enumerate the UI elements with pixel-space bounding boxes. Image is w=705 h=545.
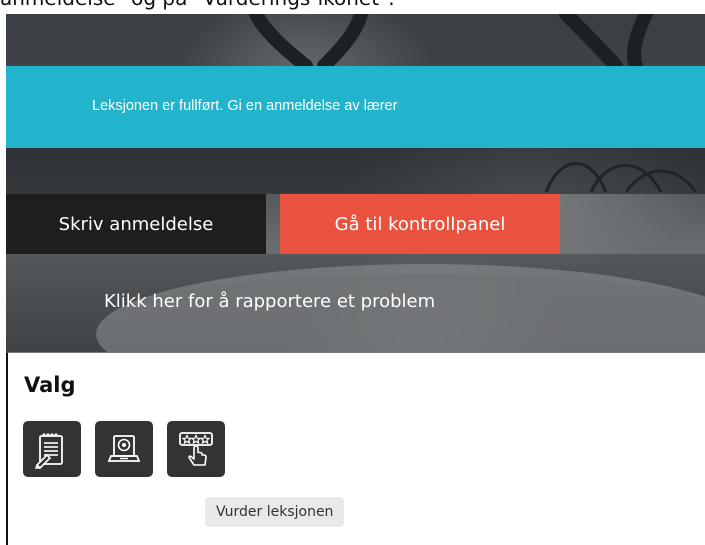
rate-lesson-option-button[interactable]: [167, 421, 225, 477]
laptop-settings-icon: [107, 435, 141, 462]
report-problem-link[interactable]: Klikk her for å rapportere et problem: [104, 291, 435, 312]
lesson-complete-hero: Leksjonen er fullført. Gi en anmeldelse …: [6, 14, 705, 352]
go-to-dashboard-button[interactable]: Gå til kontrollpanel: [280, 194, 560, 254]
options-title: Valg: [24, 373, 76, 397]
options-panel: Valg Vurder leksjonen: [6, 352, 705, 545]
caption-text: anmeldelse" og på "Vurderings-ikonet".: [0, 0, 705, 14]
lesson-complete-banner: Leksjonen er fullført. Gi en anmeldelse …: [6, 66, 705, 148]
banner-message: Leksjonen er fullført. Gi en anmeldelse …: [92, 98, 398, 114]
notepad-pen-icon: [35, 433, 63, 469]
rate-lesson-tooltip: Vurder leksjonen: [205, 497, 345, 527]
notepad-option-button[interactable]: [23, 421, 81, 477]
rating-stars-hand-icon: [179, 432, 213, 466]
write-review-button[interactable]: Skriv anmeldelse: [6, 194, 266, 254]
laptop-option-button[interactable]: [95, 421, 153, 477]
